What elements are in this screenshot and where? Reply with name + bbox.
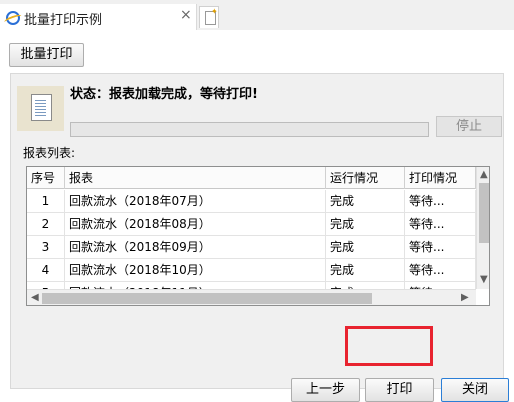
column-header-print-status[interactable]: 打印情况 bbox=[405, 167, 476, 189]
row-print-status: 等待... bbox=[405, 213, 476, 236]
column-header-index[interactable]: 序号 bbox=[27, 167, 65, 189]
row-print-status: 等待... bbox=[405, 259, 476, 282]
vertical-scroll-thumb[interactable] bbox=[479, 183, 489, 243]
tab-title: 批量打印示例 bbox=[24, 13, 103, 28]
row-report: 回款流水（2018年10月） bbox=[65, 259, 326, 282]
row-report: 回款流水（2018年08月） bbox=[65, 213, 326, 236]
column-header-report[interactable]: 报表 bbox=[65, 167, 326, 189]
row-run-status: 完成 bbox=[326, 190, 405, 213]
batch-print-button[interactable]: 批量打印 bbox=[9, 43, 84, 67]
row-run-status: 完成 bbox=[326, 259, 405, 282]
row-index: 3 bbox=[27, 236, 65, 259]
print-button[interactable]: 打印 bbox=[365, 378, 434, 402]
horizontal-scroll-thumb[interactable] bbox=[42, 293, 372, 304]
print-button-highlight bbox=[345, 326, 433, 366]
row-print-status: 等待... bbox=[405, 190, 476, 213]
scroll-right-icon[interactable]: ▶ bbox=[461, 293, 469, 303]
row-index: 2 bbox=[27, 213, 65, 236]
status-text: 状态：报表加载完成，等待打印! bbox=[70, 87, 258, 102]
stop-button[interactable]: 停止 bbox=[436, 116, 502, 137]
column-header-run-status[interactable]: 运行情况 bbox=[326, 167, 405, 189]
row-report: 回款流水（2018年09月） bbox=[65, 236, 326, 259]
close-button[interactable]: 关闭 bbox=[441, 378, 509, 402]
scroll-up-icon[interactable]: ▲ bbox=[480, 170, 488, 180]
row-run-status: 完成 bbox=[326, 213, 405, 236]
previous-step-button[interactable]: 上一步 bbox=[291, 378, 360, 402]
table-row[interactable]: 1 回款流水（2018年07月） 完成 等待... bbox=[27, 190, 476, 213]
table-row[interactable]: 2 回款流水（2018年08月） 完成 等待... bbox=[27, 213, 476, 236]
page-content: 批量打印 状态：报表加载完成，等待打印! 停止 报表列表: 序号 报表 运行情况… bbox=[0, 30, 514, 402]
report-grid[interactable]: 序号 报表 运行情况 打印情况 1 回款流水（2018年07月） 完成 等待..… bbox=[26, 166, 490, 306]
print-progress-bar bbox=[70, 122, 429, 137]
tab-close-icon[interactable]: × bbox=[180, 7, 192, 23]
row-report: 回款流水（2018年07月） bbox=[65, 190, 326, 213]
scroll-down-icon[interactable]: ▼ bbox=[480, 275, 488, 285]
browser-tab-strip: 批量打印示例 × ✦ bbox=[0, 0, 514, 30]
row-print-status: 等待... bbox=[405, 236, 476, 259]
document-icon bbox=[17, 86, 64, 131]
grid-header: 序号 报表 运行情况 打印情况 bbox=[27, 167, 476, 189]
row-index: 1 bbox=[27, 190, 65, 213]
new-tab-icon[interactable]: ✦ bbox=[199, 6, 219, 28]
tab-batch-print-demo[interactable]: 批量打印示例 × bbox=[0, 4, 197, 30]
scroll-left-icon[interactable]: ◀ bbox=[31, 293, 39, 303]
report-list-label: 报表列表: bbox=[23, 146, 76, 160]
row-index: 4 bbox=[27, 259, 65, 282]
vertical-scrollbar[interactable]: ▲ ▼ bbox=[476, 167, 489, 289]
horizontal-scrollbar[interactable]: ◀ ▶ bbox=[27, 289, 476, 305]
table-row[interactable]: 3 回款流水（2018年09月） 完成 等待... bbox=[27, 236, 476, 259]
row-run-status: 完成 bbox=[326, 236, 405, 259]
ie-icon bbox=[6, 11, 20, 25]
table-row[interactable]: 4 回款流水（2018年10月） 完成 等待... bbox=[27, 259, 476, 282]
